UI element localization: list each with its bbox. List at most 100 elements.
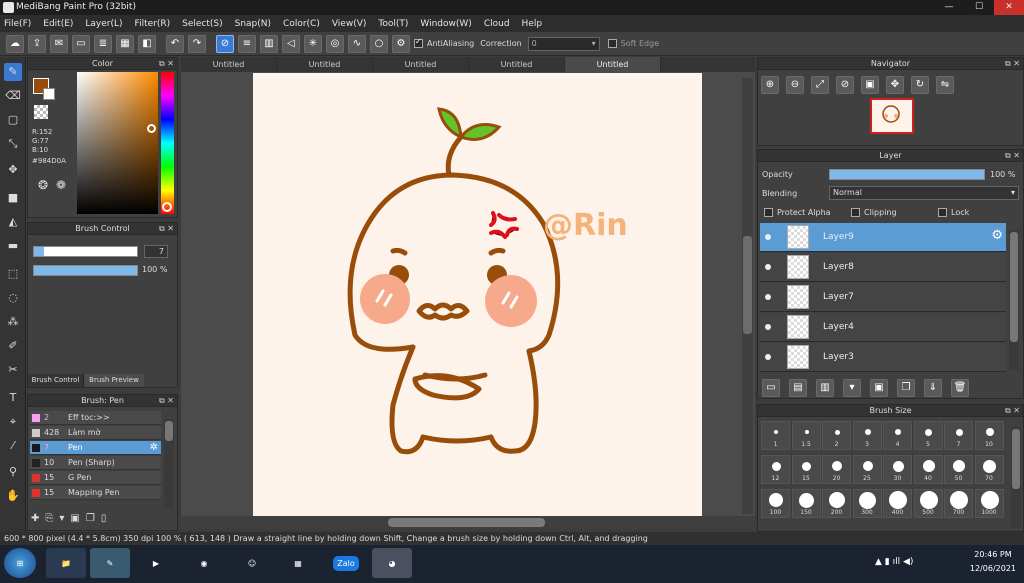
brush-size-cell[interactable]: 15 xyxy=(791,455,821,484)
brush-size-cell[interactable]: 150 xyxy=(791,489,821,518)
delete-layer-icon[interactable]: 🗑 xyxy=(951,379,969,397)
snap-off-icon[interactable]: ⊘ xyxy=(216,34,234,53)
zoom-out-icon[interactable]: ⊖ xyxy=(786,76,804,94)
sub-color-swatch[interactable] xyxy=(43,88,55,100)
tab-document[interactable]: Untitled xyxy=(181,57,277,72)
curve-snap-icon[interactable]: ∿ xyxy=(348,34,366,53)
calculator-icon[interactable]: ▦ xyxy=(278,548,318,578)
brush-opacity-slider[interactable] xyxy=(33,265,138,276)
zoom-in-icon[interactable]: ⊕ xyxy=(761,76,779,94)
tab-brush-control[interactable]: Brush Control xyxy=(28,374,84,387)
antialiasing-checkbox[interactable] xyxy=(414,37,423,48)
fill-rect-tool-icon[interactable]: ■ xyxy=(4,189,22,207)
menu-edit[interactable]: Edit(E) xyxy=(43,19,73,29)
brush-item[interactable]: 15 G Pen xyxy=(30,471,161,485)
brush-add-icon[interactable]: ✚ xyxy=(31,513,39,524)
color-picker-handle[interactable] xyxy=(147,124,156,133)
lock-checkbox[interactable] xyxy=(938,208,947,217)
menu-view[interactable]: View(V) xyxy=(332,19,367,29)
brush-list-scrollbar[interactable] xyxy=(164,419,174,509)
correction-select[interactable]: 0 xyxy=(527,36,600,51)
layer-menu-icon[interactable]: ▾ xyxy=(843,379,861,397)
layer-row[interactable]: Layer7 xyxy=(760,283,1006,312)
menu-select[interactable]: Select(S) xyxy=(182,19,223,29)
brush-size-cell[interactable]: 500 xyxy=(913,489,943,518)
medibang-taskbar-icon[interactable]: ✎ xyxy=(90,548,130,578)
brush-size-cell[interactable]: 3 xyxy=(852,421,882,450)
circle-snap-icon[interactable]: ○ xyxy=(370,34,388,53)
brush-size-cell[interactable]: 1 xyxy=(761,421,790,450)
divide-tool-icon[interactable]: ⁄ xyxy=(4,437,22,455)
tab-document-active[interactable]: Untitled xyxy=(565,57,661,72)
start-button[interactable]: ⊞ xyxy=(4,548,36,578)
parallel-snap-icon[interactable]: ≡ xyxy=(238,34,256,53)
minimize-button[interactable]: — xyxy=(934,0,964,15)
brush-size-cell[interactable]: 25 xyxy=(852,455,882,484)
layer-row-selected[interactable]: Layer9 ⚙ xyxy=(760,223,1006,252)
hand-tool-icon[interactable]: ✋ xyxy=(4,487,22,505)
brush-item[interactable]: 428 Làm mờ xyxy=(30,426,161,440)
brush-settings-icon[interactable]: ✲ xyxy=(150,441,158,455)
maximize-button[interactable]: ☐ xyxy=(964,0,994,15)
magic-wand-tool-icon[interactable]: ⁂ xyxy=(4,313,22,331)
drawing-canvas[interactable]: @Rin xyxy=(253,73,702,516)
layer-row[interactable]: Layer4 xyxy=(760,313,1006,342)
select-tool-icon[interactable]: ⬚ xyxy=(4,265,22,283)
clock[interactable]: 20:46 PM 12/06/2021 xyxy=(970,548,1016,576)
zalo-icon[interactable]: Zalo xyxy=(326,548,366,578)
color-history-icon[interactable]: ❁ xyxy=(56,178,66,192)
eye-icon[interactable] xyxy=(765,324,771,330)
brush-size-cell[interactable]: 100 xyxy=(761,489,790,518)
eye-icon[interactable] xyxy=(765,264,771,270)
game-icon[interactable]: ☺ xyxy=(232,548,272,578)
brush-size-cell[interactable]: 1000 xyxy=(974,489,1004,518)
brush-delete-icon[interactable]: ▯ xyxy=(101,513,107,524)
brush-item-selected[interactable]: 7 Pen ✲ xyxy=(30,441,161,455)
select-eraser-tool-icon[interactable]: ✂ xyxy=(4,361,22,379)
canvas-vertical-scrollbar[interactable] xyxy=(742,78,753,514)
paint-app-icon[interactable]: ◕ xyxy=(372,548,412,578)
crosshatch-snap-icon[interactable]: ▥ xyxy=(260,34,278,53)
concentric-snap-icon[interactable]: ◎ xyxy=(326,34,344,53)
bucket-tool-icon[interactable]: ◭ xyxy=(4,213,22,231)
snap-settings-icon[interactable]: ⚙ xyxy=(392,34,410,53)
brush-size-cell[interactable]: 20 xyxy=(822,455,851,484)
brush-size-cell[interactable]: 12 xyxy=(761,455,790,484)
brush-item[interactable]: 15 Mapping Pen xyxy=(30,486,161,500)
media-player-icon[interactable]: ▶ xyxy=(136,548,176,578)
eye-icon[interactable] xyxy=(765,294,771,300)
undo-icon[interactable]: ↶ xyxy=(166,34,184,53)
tab-brush-preview[interactable]: Brush Preview xyxy=(84,374,144,387)
chrome-icon[interactable]: ◉ xyxy=(184,548,224,578)
comment-icon[interactable]: ✉ xyxy=(50,34,68,53)
protect-alpha-checkbox[interactable] xyxy=(764,208,773,217)
blending-select[interactable]: Normal ▾ xyxy=(829,186,1019,200)
menu-file[interactable]: File(F) xyxy=(4,19,31,29)
tab-document[interactable]: Untitled xyxy=(373,57,469,72)
brush-size-cell[interactable]: 300 xyxy=(852,489,882,518)
file-explorer-icon[interactable]: 📁 xyxy=(46,548,86,578)
brush-size-cell[interactable]: 5 xyxy=(913,421,943,450)
duplicate-layer-icon[interactable]: ❐ xyxy=(897,379,915,397)
new-layer-icon[interactable]: ▭ xyxy=(762,379,780,397)
close-button[interactable]: ✕ xyxy=(994,0,1024,15)
brush-item[interactable]: 2 Eff toc:>> xyxy=(30,411,161,425)
document-icon[interactable]: ≣ xyxy=(94,34,112,53)
vanishing-point-icon[interactable]: ◁ xyxy=(282,34,300,53)
layer-folder-icon[interactable]: ▣ xyxy=(870,379,888,397)
eraser-tool-icon[interactable]: ⌫ xyxy=(4,87,22,105)
brush-duplicate-icon[interactable]: ❐ xyxy=(86,513,95,524)
actual-size-icon[interactable]: ▣ xyxy=(861,76,879,94)
brush-size-cell[interactable]: 400 xyxy=(883,489,912,518)
eye-icon[interactable] xyxy=(765,234,771,240)
brush-folder-icon[interactable]: ▣ xyxy=(70,513,79,524)
menu-filter[interactable]: Filter(R) xyxy=(135,19,171,29)
menu-tool[interactable]: Tool(T) xyxy=(378,19,408,29)
menu-cloud[interactable]: Cloud xyxy=(484,19,510,29)
rectangle-tool-icon[interactable]: ▢ xyxy=(4,111,22,129)
menu-layer[interactable]: Layer(L) xyxy=(85,19,122,29)
brush-size-cell[interactable]: 70 xyxy=(974,455,1004,484)
brush-tool-icon[interactable]: ✎ xyxy=(4,63,22,81)
brush-size-scrollbar[interactable] xyxy=(1011,427,1021,527)
cloud-icon[interactable]: ☁ xyxy=(6,34,24,53)
